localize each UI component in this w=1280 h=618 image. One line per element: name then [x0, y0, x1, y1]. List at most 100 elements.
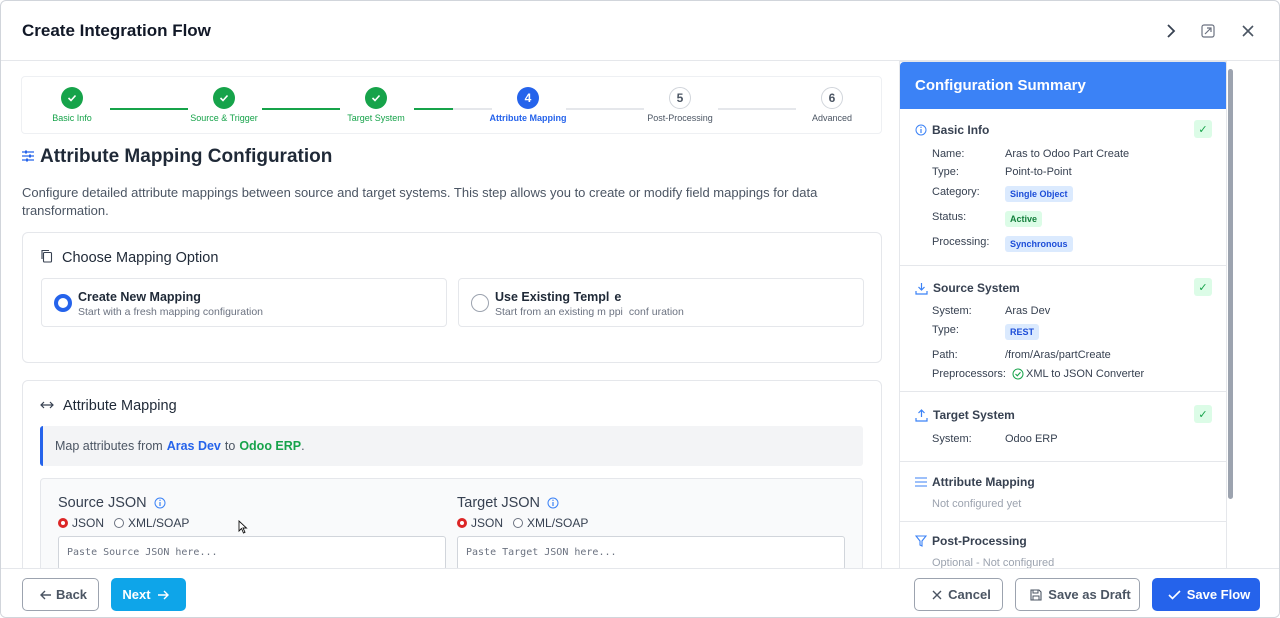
- card-title: Choose Mapping Option: [62, 250, 219, 266]
- check-icon: [1168, 589, 1181, 600]
- step-label: Basic Info: [52, 113, 92, 123]
- choose-mapping-card: Choose Mapping Option Create New Mapping…: [22, 232, 882, 363]
- source-json-input[interactable]: Paste Source JSON here...: [58, 536, 446, 568]
- check-icon: [365, 87, 387, 109]
- check-icon: [61, 87, 83, 109]
- card-heading: Choose Mapping Option: [40, 249, 218, 267]
- option-title: Use Existing Templ e: [495, 290, 622, 304]
- arrow-right-icon: [157, 590, 169, 600]
- section-description: Configure detailed attribute mappings be…: [22, 185, 818, 218]
- summary-row-category: Category: Single Object: [932, 186, 1073, 202]
- upload-icon: [915, 408, 928, 422]
- option-description: Start from an existing m ppi conf uration: [495, 306, 684, 318]
- info-icon[interactable]: [154, 497, 166, 509]
- source-json-column: Source JSON JSON XML/SOAP Paste Source J…: [58, 495, 446, 568]
- card-heading: Attribute Mapping: [40, 398, 177, 414]
- cancel-button[interactable]: Cancel: [914, 578, 1003, 611]
- source-json-title: Source JSON: [58, 495, 147, 511]
- target-json-title: Target JSON: [457, 495, 540, 511]
- copy-icon: [40, 249, 53, 267]
- radio-unselected[interactable]: [471, 294, 489, 312]
- json-input-panel: Source JSON JSON XML/SOAP Paste Source J…: [40, 478, 863, 568]
- step-target-system[interactable]: Target System: [316, 87, 436, 123]
- summary-attribute-mapping: Attribute Mapping Not configured yet: [900, 462, 1226, 522]
- step-label: Attribute Mapping: [489, 113, 567, 123]
- info-icon[interactable]: [547, 497, 559, 509]
- mouse-cursor: [238, 519, 248, 539]
- category-badge: Single Object: [1005, 186, 1073, 202]
- target-json-input[interactable]: Paste Target JSON here...: [457, 536, 845, 568]
- arrows-horizontal-icon: [40, 398, 54, 414]
- step-source-trigger[interactable]: Source & Trigger: [164, 87, 284, 123]
- target-format-selector: JSON XML/SOAP: [457, 516, 845, 530]
- summary-target-system: Target System ✓ System: Odoo ERP: [900, 392, 1226, 462]
- filter-icon: [915, 535, 927, 547]
- dialog-title: Create Integration Flow: [22, 21, 211, 40]
- dialog-header: Create Integration Flow: [1, 1, 1279, 61]
- step-post-processing[interactable]: 5 Post-Processing: [620, 87, 740, 123]
- step-label: Source & Trigger: [190, 113, 258, 123]
- summary-basic-info: Basic Info ✓ Name: Aras to Odoo Part Crea…: [900, 109, 1226, 266]
- progress-stepper: Basic Info Source & Trigger Target Syste…: [21, 76, 882, 134]
- type-badge: REST: [1005, 324, 1040, 340]
- back-button[interactable]: Back: [22, 578, 99, 611]
- step-basic-info[interactable]: Basic Info: [12, 87, 132, 123]
- summary-title: Configuration Summary: [900, 62, 1226, 109]
- block-title: Post-Processing: [932, 534, 1027, 548]
- summary-row-processing: Processing: Synchronous: [932, 236, 1073, 252]
- chevron-right-icon[interactable]: [1159, 19, 1183, 43]
- summary-note: Not configured yet: [932, 498, 1022, 510]
- radio-selected[interactable]: [54, 294, 72, 312]
- summary-post-processing: Post-Processing Optional - Not configure…: [900, 522, 1226, 568]
- info-icon: [915, 124, 927, 136]
- summary-source-system: Source System ✓ System: Aras Dev Type: RES…: [900, 266, 1226, 392]
- source-xml-radio[interactable]: XML/SOAP: [114, 516, 189, 530]
- sliders-icon: [22, 146, 34, 168]
- scrollbar-thumb[interactable]: [1228, 69, 1233, 499]
- check-icon: ✓: [1194, 120, 1212, 138]
- option-title: Create New Mapping: [78, 290, 201, 304]
- target-json-radio[interactable]: JSON: [457, 516, 503, 530]
- block-title: Attribute Mapping: [932, 475, 1035, 489]
- mapping-info-banner: Map attributes from Aras Dev to Odoo ERP…: [40, 426, 863, 466]
- summary-row-path: Path:/from/Aras/partCreate: [932, 349, 1111, 361]
- step-number: 4: [517, 87, 539, 109]
- sliders-icon: [915, 476, 927, 488]
- close-icon: [932, 590, 942, 600]
- step-label: Target System: [347, 113, 405, 123]
- summary-row-name: Name: Aras to Odoo Part Create: [932, 148, 1130, 160]
- minimize-window-icon[interactable]: [1196, 19, 1220, 43]
- source-format-selector: JSON XML/SOAP: [58, 516, 446, 530]
- target-xml-radio[interactable]: XML/SOAP: [513, 516, 588, 530]
- section-heading: Attribute Mapping Configuration: [22, 146, 332, 168]
- create-new-mapping-option[interactable]: Create New Mapping Start with a fresh ma…: [41, 278, 447, 327]
- step-advanced[interactable]: 6 Advanced: [772, 87, 892, 123]
- target-system-name: Odoo ERP: [239, 439, 302, 453]
- step-number: 6: [821, 87, 843, 109]
- section-title: Attribute Mapping Configuration: [40, 146, 333, 167]
- use-existing-template-option[interactable]: Use Existing Templ e Start from an existi…: [458, 278, 864, 327]
- save-draft-button[interactable]: Save as Draft: [1015, 578, 1140, 611]
- summary-row-status: Status: Active: [932, 211, 1043, 227]
- download-icon: [915, 282, 928, 295]
- target-json-column: Target JSON JSON XML/SOAP Paste Target J…: [457, 495, 845, 568]
- check-circle-icon: [1012, 368, 1024, 380]
- save-flow-button[interactable]: Save Flow: [1152, 578, 1260, 611]
- attribute-mapping-card: Attribute Mapping Map attributes from Ar…: [22, 380, 882, 568]
- summary-row-system: System: Aras Dev: [932, 305, 1051, 317]
- step-attribute-mapping[interactable]: 4 Attribute Mapping: [468, 87, 588, 123]
- summary-scrollbar[interactable]: [1228, 63, 1233, 568]
- source-system-name: Aras Dev: [166, 439, 221, 453]
- check-icon: ✓: [1194, 278, 1212, 296]
- block-title: Target System: [933, 408, 1015, 422]
- step-number: 5: [669, 87, 691, 109]
- status-badge: Active: [1005, 211, 1043, 227]
- close-icon[interactable]: [1236, 19, 1260, 43]
- source-json-radio[interactable]: JSON: [58, 516, 104, 530]
- summary-row-type: Type: Point-to-Point: [932, 166, 1072, 178]
- next-button[interactable]: Next: [111, 578, 186, 611]
- main-content: Basic Info Source & Trigger Target Syste…: [5, 62, 897, 568]
- block-title: Source System: [933, 281, 1020, 295]
- dialog-footer: Back Next Cancel Save as Draft Save Flow: [1, 568, 1279, 617]
- step-label: Post-Processing: [647, 113, 713, 123]
